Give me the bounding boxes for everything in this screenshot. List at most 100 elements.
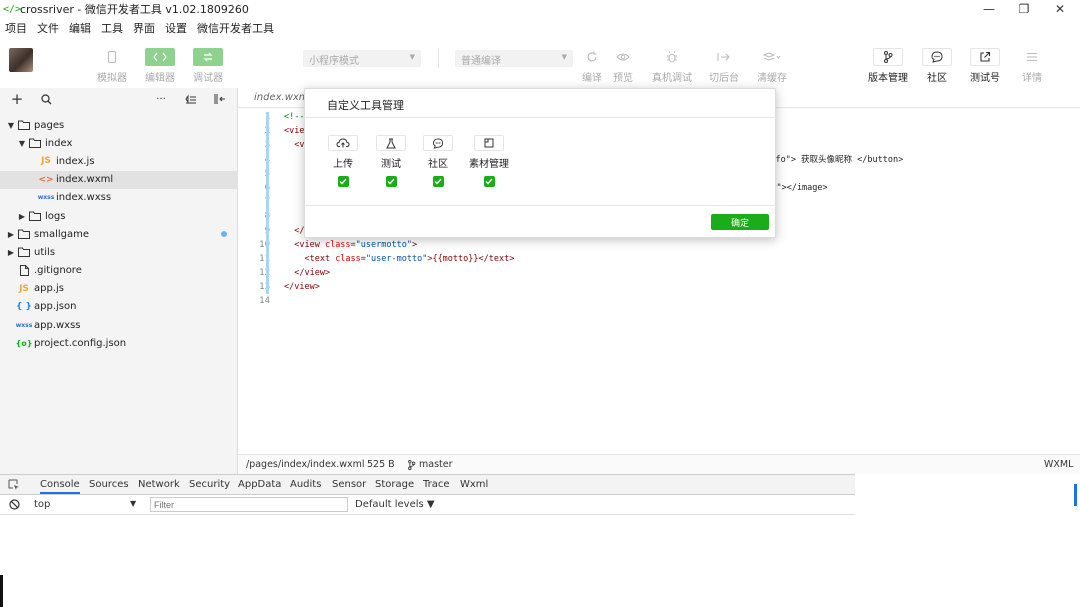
folder-icon [16, 120, 32, 131]
test-account-button[interactable]: 测试号 [970, 48, 1000, 84]
search-icon[interactable] [38, 91, 54, 107]
preview-button[interactable]: 预览 [608, 48, 638, 84]
clear-console-icon[interactable] [9, 499, 20, 510]
devtools-tab-storage[interactable]: Storage [375, 479, 414, 490]
menu-tools[interactable]: 工具 [96, 20, 128, 36]
code-tag: <v [284, 140, 305, 151]
devtools-tab-console[interactable]: Console [40, 479, 80, 494]
compile-mode-select[interactable]: 普通编译 ▼ [455, 50, 573, 67]
code-value: "usermotto" [355, 239, 412, 250]
app-logo-icon: </> [3, 3, 22, 15]
tree-item-project-config-json[interactable]: {o} project.config.json [0, 334, 238, 352]
tree-item-app-json[interactable]: { } app.json [0, 298, 238, 316]
collapse-icon[interactable] [183, 91, 199, 107]
menu-view[interactable]: 界面 [128, 20, 160, 36]
context-select[interactable]: top [34, 499, 50, 510]
console-filter-input[interactable] [150, 497, 348, 512]
simulator-button[interactable]: 模拟器 [97, 48, 127, 84]
add-file-button[interactable]: + [9, 90, 25, 108]
tree-item-index-js[interactable]: JS index.js [0, 152, 238, 170]
menu-bar: 项目 文件 编辑 工具 界面 设置 微信开发者工具 [0, 19, 279, 37]
menu-settings[interactable]: 设置 [160, 20, 192, 36]
tree-item-index[interactable]: ▼ index [0, 134, 238, 152]
caret-down-icon[interactable]: ▼ [6, 121, 16, 130]
file-language[interactable]: WXML [1044, 459, 1073, 470]
json-file-icon: { } [16, 301, 32, 312]
version-management-button[interactable]: 版本管理 [868, 48, 908, 84]
close-button[interactable]: ✕ [1045, 0, 1075, 18]
devtools-tab-appdata[interactable]: AppData [238, 479, 281, 490]
chevron-down-icon: ▼ [409, 53, 415, 61]
checkbox-checked-icon[interactable] [432, 176, 444, 187]
tool-option-label: 上传 [333, 159, 353, 170]
avatar[interactable] [9, 48, 33, 72]
devtools-tab-sensor[interactable]: Sensor [332, 479, 366, 490]
caret-right-icon[interactable]: ▶ [6, 248, 16, 257]
remote-debug-button[interactable]: 真机调试 [652, 48, 692, 84]
confirm-button[interactable]: 确定 [711, 214, 769, 230]
tree-item-index-wxss[interactable]: wxss index.wxss [0, 189, 238, 207]
devtools-tab-network[interactable]: Network [138, 479, 180, 490]
console-scrollbar[interactable] [1074, 484, 1077, 506]
folder-icon [16, 247, 32, 258]
switch-background-icon [709, 48, 739, 66]
compile-label: 编译 [582, 73, 602, 84]
tree-item-index-wxml[interactable]: <> index.wxml [0, 170, 238, 189]
git-branch-name: master [419, 459, 453, 470]
editor-button[interactable]: 编辑器 [145, 48, 175, 84]
modified-dot-indicator [221, 231, 227, 238]
tree-item-gitignore[interactable]: .gitignore [0, 262, 238, 280]
checkbox-checked-icon[interactable] [483, 176, 495, 187]
split-icon[interactable] [212, 91, 228, 107]
devtools-tab-security[interactable]: Security [189, 479, 230, 490]
tree-item-logs[interactable]: ▶ logs [0, 207, 238, 225]
folder-icon [16, 229, 32, 240]
checkbox-checked-icon[interactable] [337, 176, 349, 187]
log-levels-select[interactable]: Default levels ▼ [355, 499, 435, 510]
tree-item-smallgame[interactable]: ▶ smallgame [0, 225, 238, 243]
console-output[interactable] [0, 515, 1080, 607]
menu-file[interactable]: 文件 [32, 20, 64, 36]
clear-cache-button[interactable]: 清缓存 [757, 48, 787, 84]
details-button[interactable]: 详情 [1017, 48, 1047, 84]
background-button[interactable]: 切后台 [709, 48, 739, 84]
inspect-element-icon[interactable] [8, 479, 20, 491]
restore-button[interactable]: ❐ [1009, 0, 1039, 18]
community-button[interactable]: 社区 [922, 48, 952, 84]
menu-edit[interactable]: 编辑 [64, 20, 96, 36]
editor-tab-index-wxml[interactable]: index.wxml [254, 92, 311, 103]
debugger-button[interactable]: 调试器 [193, 48, 223, 84]
code-text: erInfo"> 获取头像昵称 </button> [755, 154, 904, 165]
devtools-tab-trace[interactable]: Trace [423, 479, 450, 490]
mode-select-value: 小程序模式 [309, 56, 359, 67]
tree-item-app-wxss[interactable]: wxss app.wxss [0, 316, 238, 334]
compile-button[interactable]: 编译 [577, 48, 607, 84]
tree-item-utils[interactable]: ▶ utils [0, 243, 238, 261]
tool-option-upload[interactable]: 上传 [319, 135, 367, 187]
menu-project[interactable]: 项目 [0, 20, 32, 36]
devtools-tab-sources[interactable]: Sources [89, 479, 129, 490]
toolbar-divider [438, 48, 439, 68]
tree-item-app-js[interactable]: JS app.js [0, 280, 238, 298]
code-tag: <vie [284, 126, 305, 137]
dialog-footer-divider [305, 205, 777, 206]
tool-option-assets[interactable]: 素材管理 [465, 135, 513, 187]
tool-option-community[interactable]: 社区 [414, 135, 462, 187]
minimize-button[interactable]: — [974, 0, 1004, 18]
caret-down-icon[interactable]: ▼ [17, 139, 27, 148]
refresh-icon [577, 48, 607, 66]
caret-right-icon[interactable]: ▶ [17, 212, 27, 221]
git-branch[interactable]: master [407, 459, 453, 470]
code-attr: class [335, 253, 361, 264]
devtools-tab-wxml[interactable]: Wxml [460, 479, 488, 490]
devtools-tab-audits[interactable]: Audits [290, 479, 321, 490]
more-options-button[interactable]: ··· [153, 91, 169, 107]
tool-option-test[interactable]: 测试 [367, 135, 415, 187]
caret-right-icon[interactable]: ▶ [6, 230, 16, 239]
mode-select[interactable]: 小程序模式 ▼ [303, 50, 421, 67]
checkbox-checked-icon[interactable] [385, 176, 397, 187]
tree-item-pages[interactable]: ▼ pages [0, 116, 238, 134]
menu-devtools[interactable]: 微信开发者工具 [192, 20, 279, 36]
context-dropdown-icon[interactable]: ▼ [130, 499, 136, 508]
code-attr: class [324, 239, 351, 250]
